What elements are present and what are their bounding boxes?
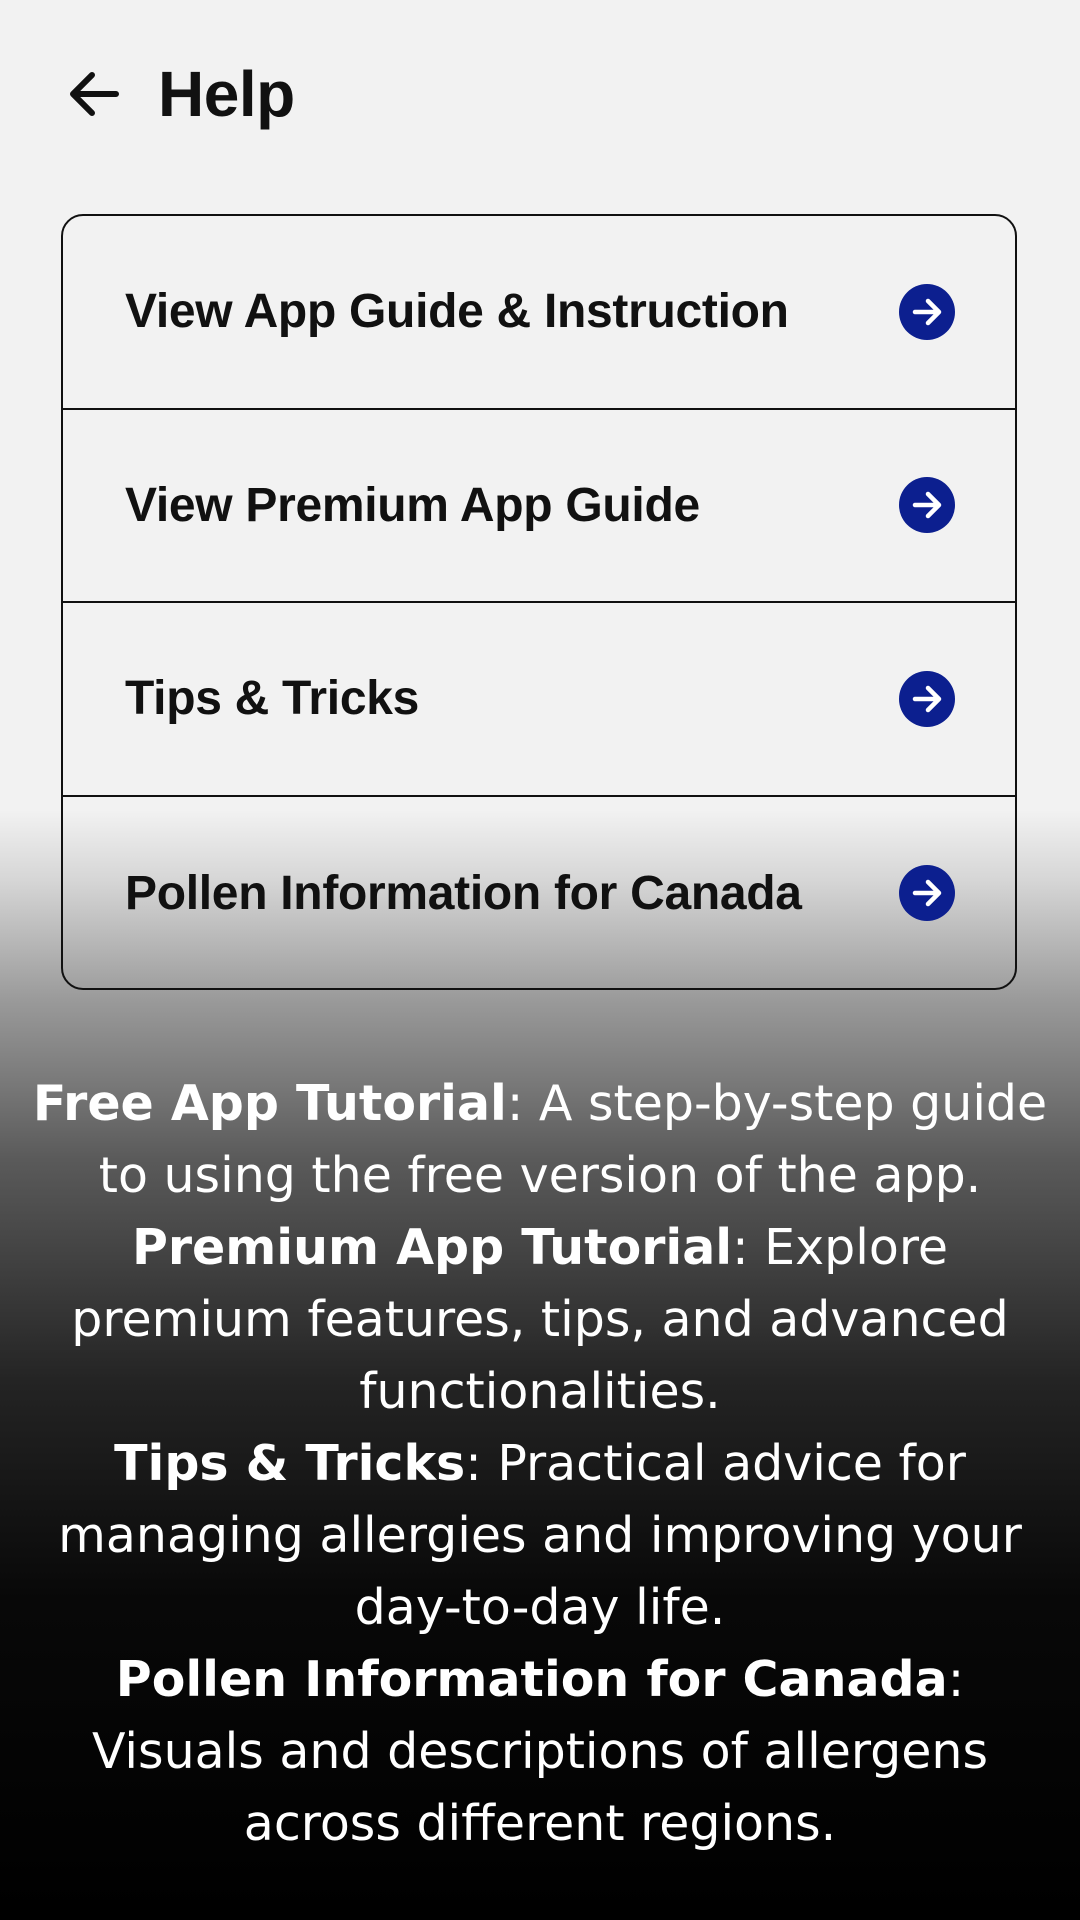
menu-item-tips-tricks[interactable]: Tips & Tricks: [63, 603, 1015, 797]
help-descriptions: Free App Tutorial: A step-by-step guide …: [30, 1068, 1050, 1860]
menu-item-label: View App Guide & Instruction: [125, 285, 789, 339]
arrow-right-circle-icon[interactable]: [899, 865, 955, 922]
description-pollen-info: Pollen Information for Canada: Visuals a…: [30, 1644, 1050, 1860]
arrow-right-circle-icon[interactable]: [899, 477, 955, 534]
arrow-left-icon: [70, 72, 119, 116]
description-tips-tricks: Tips & Tricks: Practical advice for mana…: [30, 1428, 1050, 1644]
menu-item-app-guide[interactable]: View App Guide & Instruction: [63, 216, 1015, 410]
app-header: Help: [0, 0, 1080, 190]
arrow-right-circle-icon[interactable]: [899, 670, 955, 727]
menu-item-pollen-info[interactable]: Pollen Information for Canada: [63, 797, 1015, 989]
menu-item-label: Pollen Information for Canada: [125, 866, 802, 920]
menu-item-premium-guide[interactable]: View Premium App Guide: [63, 410, 1015, 603]
description-title: Premium App Tutorial: [131, 1219, 733, 1276]
help-menu: View App Guide & Instruction View Premiu…: [61, 214, 1017, 990]
menu-item-label: View Premium App Guide: [125, 478, 700, 532]
back-button[interactable]: [62, 62, 126, 126]
menu-item-label: Tips & Tricks: [125, 672, 420, 726]
description-free-tutorial: Free App Tutorial: A step-by-step guide …: [30, 1068, 1050, 1212]
description-premium-tutorial: Premium App Tutorial: Explore premium fe…: [30, 1212, 1050, 1428]
page-title: Help: [158, 58, 295, 130]
description-title: Tips & Tricks: [114, 1435, 466, 1492]
description-title: Free App Tutorial: [32, 1075, 507, 1132]
arrow-right-circle-icon[interactable]: [899, 283, 955, 340]
description-title: Pollen Information for Canada: [115, 1651, 948, 1708]
